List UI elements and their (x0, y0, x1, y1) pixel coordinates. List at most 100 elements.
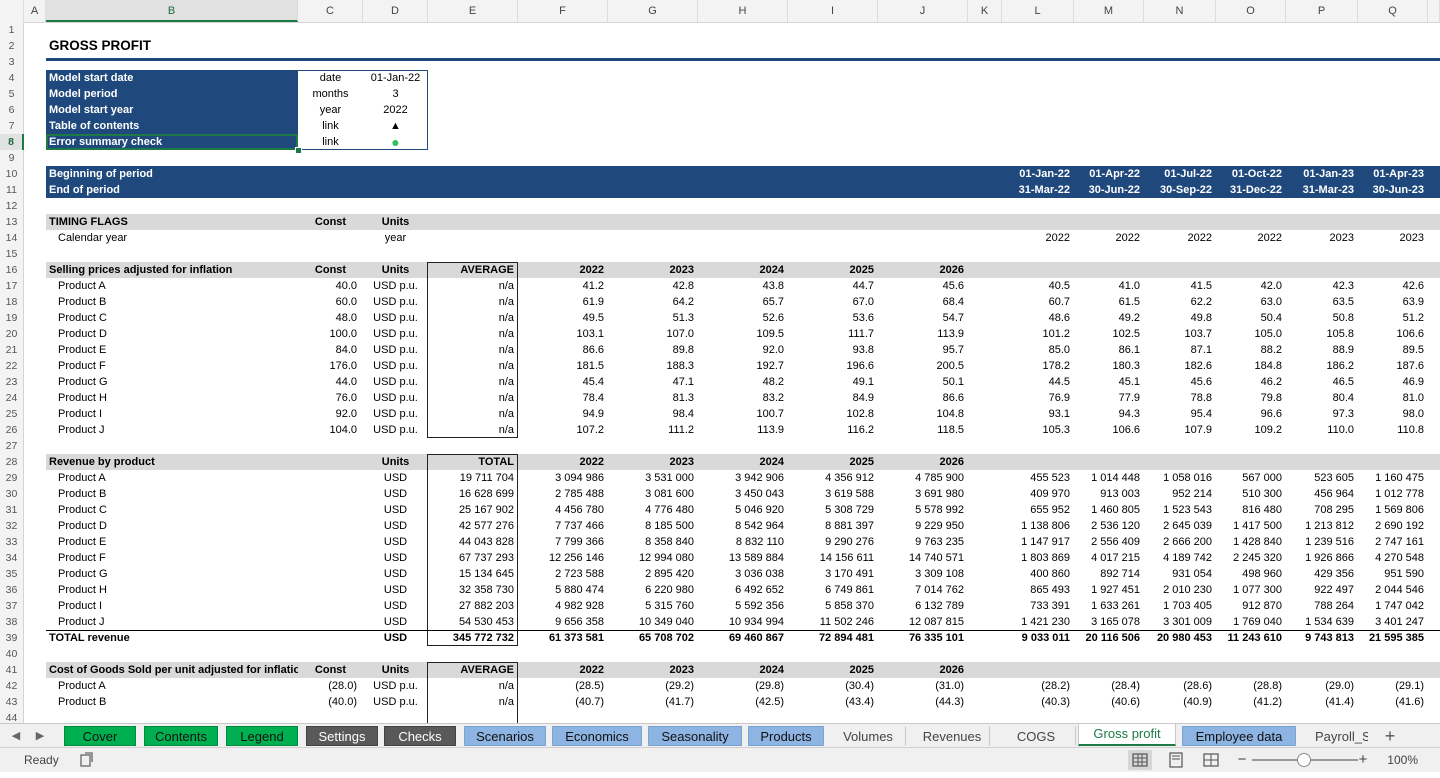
cell-o23[interactable]: 46.2 (1216, 374, 1286, 390)
cell-g28[interactable]: 2023 (608, 454, 698, 470)
cell-q39[interactable]: 21 595 385 (1358, 630, 1428, 646)
cell-n38[interactable]: 3 301 009 (1144, 614, 1216, 630)
cell-b18[interactable]: Product B (46, 294, 298, 310)
cell-h21[interactable]: 92.0 (698, 342, 788, 358)
cell-f37[interactable]: 4 982 928 (518, 598, 608, 614)
cell-d28[interactable]: Units (363, 454, 428, 470)
cell-i16[interactable]: 2025 (788, 262, 878, 278)
cell-e36[interactable]: 32 358 730 (428, 582, 518, 598)
cell-b23[interactable]: Product G (46, 374, 298, 390)
row-header-23[interactable]: 23 (0, 374, 24, 390)
cell-g17[interactable]: 42.8 (608, 278, 698, 294)
cell-e38[interactable]: 54 530 453 (428, 614, 518, 630)
cell-d38[interactable]: USD (363, 614, 428, 630)
cell-i41[interactable]: 2025 (788, 662, 878, 678)
cell-e22[interactable]: n/a (428, 358, 518, 374)
cell-h29[interactable]: 3 942 906 (698, 470, 788, 486)
fill-handle[interactable] (295, 147, 302, 154)
cell-l36[interactable]: 865 493 (1002, 582, 1074, 598)
sheet-tab-payroll-s[interactable]: Payroll_S (1300, 726, 1368, 746)
cell-d30[interactable]: USD (363, 486, 428, 502)
row-header-44[interactable]: 44 (0, 710, 24, 723)
cell-g20[interactable]: 107.0 (608, 326, 698, 342)
cell-i33[interactable]: 9 290 276 (788, 534, 878, 550)
cell-j39[interactable]: 76 335 101 (878, 630, 968, 646)
cell-j16[interactable]: 2026 (878, 262, 968, 278)
row-header-21[interactable]: 21 (0, 342, 24, 358)
cell-q37[interactable]: 1 747 042 (1358, 598, 1428, 614)
cell-e32[interactable]: 42 577 276 (428, 518, 518, 534)
cell-e28[interactable]: TOTAL (428, 454, 518, 470)
cell-b29[interactable]: Product A (46, 470, 298, 486)
cell-o14[interactable]: 2022 (1216, 230, 1286, 246)
cell-l22[interactable]: 178.2 (1002, 358, 1074, 374)
cell-g18[interactable]: 64.2 (608, 294, 698, 310)
cell-l42[interactable]: (28.2) (1002, 678, 1074, 694)
cell-l14[interactable]: 2022 (1002, 230, 1074, 246)
sheet-tab-settings[interactable]: Settings (306, 726, 378, 746)
cell-b4[interactable]: Model start date (46, 70, 298, 86)
cell-o43[interactable]: (41.2) (1216, 694, 1286, 710)
cell-m33[interactable]: 2 556 409 (1074, 534, 1144, 550)
cell-l23[interactable]: 44.5 (1002, 374, 1074, 390)
cell-c25[interactable]: 92.0 (298, 406, 363, 422)
cell-h25[interactable]: 100.7 (698, 406, 788, 422)
cell-p39[interactable]: 9 743 813 (1286, 630, 1358, 646)
column-header-h[interactable]: H (698, 0, 788, 22)
cell-n35[interactable]: 931 054 (1144, 566, 1216, 582)
cell-l34[interactable]: 1 803 869 (1002, 550, 1074, 566)
cell-o39[interactable]: 11 243 610 (1216, 630, 1286, 646)
cell-n21[interactable]: 87.1 (1144, 342, 1216, 358)
cell-q24[interactable]: 81.0 (1358, 390, 1428, 406)
cell-j36[interactable]: 7 014 762 (878, 582, 968, 598)
cell-p10[interactable]: 01-Jan-23 (1286, 166, 1358, 182)
cell-f26[interactable]: 107.2 (518, 422, 608, 438)
cell-m19[interactable]: 49.2 (1074, 310, 1144, 326)
cell-g29[interactable]: 3 531 000 (608, 470, 698, 486)
cell-q25[interactable]: 98.0 (1358, 406, 1428, 422)
cell-b22[interactable]: Product F (46, 358, 298, 374)
cell-i38[interactable]: 11 502 246 (788, 614, 878, 630)
cell-d37[interactable]: USD (363, 598, 428, 614)
cell-i21[interactable]: 93.8 (788, 342, 878, 358)
cell-h31[interactable]: 5 046 920 (698, 502, 788, 518)
cell-o20[interactable]: 105.0 (1216, 326, 1286, 342)
cell-p21[interactable]: 88.9 (1286, 342, 1358, 358)
cell-j37[interactable]: 6 132 789 (878, 598, 968, 614)
cell-d25[interactable]: USD p.u. (363, 406, 428, 422)
cell-d29[interactable]: USD (363, 470, 428, 486)
cell-e23[interactable]: n/a (428, 374, 518, 390)
row-header-15[interactable]: 15 (0, 246, 24, 262)
cell-h34[interactable]: 13 589 884 (698, 550, 788, 566)
cell-o29[interactable]: 567 000 (1216, 470, 1286, 486)
cell-l29[interactable]: 455 523 (1002, 470, 1074, 486)
sheet-tab-cover[interactable]: Cover (64, 726, 136, 746)
cell-l19[interactable]: 48.6 (1002, 310, 1074, 326)
cell-e29[interactable]: 19 711 704 (428, 470, 518, 486)
cell-c21[interactable]: 84.0 (298, 342, 363, 358)
cell-c7[interactable]: link (298, 118, 363, 134)
cell-b10[interactable]: Beginning of period (46, 166, 298, 182)
chevron-left-icon[interactable]: ◀ (8, 727, 24, 745)
cell-d32[interactable]: USD (363, 518, 428, 534)
cell-q36[interactable]: 2 044 546 (1358, 582, 1428, 598)
cell-m31[interactable]: 1 460 805 (1074, 502, 1144, 518)
sheet-tab-legend[interactable]: Legend (226, 726, 298, 746)
cell-e20[interactable]: n/a (428, 326, 518, 342)
cell-e31[interactable]: 25 167 902 (428, 502, 518, 518)
cell-q31[interactable]: 1 569 806 (1358, 502, 1428, 518)
cell-e37[interactable]: 27 882 203 (428, 598, 518, 614)
cell-i17[interactable]: 44.7 (788, 278, 878, 294)
column-header-c[interactable]: C (298, 0, 363, 22)
cell-f25[interactable]: 94.9 (518, 406, 608, 422)
cell-c18[interactable]: 60.0 (298, 294, 363, 310)
sheet-tab-gross-profit[interactable]: Gross profit (1078, 724, 1176, 746)
cell-o31[interactable]: 816 480 (1216, 502, 1286, 518)
cell-n18[interactable]: 62.2 (1144, 294, 1216, 310)
column-header-l[interactable]: L (1002, 0, 1074, 22)
column-header-j[interactable]: J (878, 0, 968, 22)
cell-f16[interactable]: 2022 (518, 262, 608, 278)
cell-m38[interactable]: 3 165 078 (1074, 614, 1144, 630)
cell-l21[interactable]: 85.0 (1002, 342, 1074, 358)
cell-f18[interactable]: 61.9 (518, 294, 608, 310)
